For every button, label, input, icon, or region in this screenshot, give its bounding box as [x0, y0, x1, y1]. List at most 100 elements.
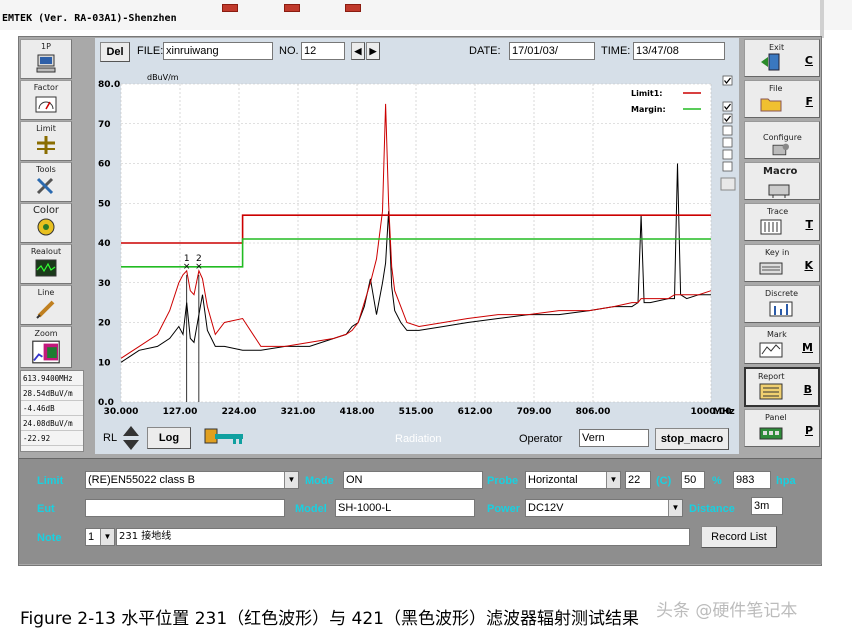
- mark-button[interactable]: Mark M: [744, 326, 820, 364]
- model-field[interactable]: SH-1000-L: [335, 499, 475, 517]
- exit-button[interactable]: Exit C: [744, 39, 820, 77]
- tool-label: File: [769, 84, 783, 93]
- temperature-unit: (C): [656, 475, 672, 487]
- tool-tools-button[interactable]: Tools: [20, 162, 72, 202]
- trace-checkbox[interactable]: [722, 149, 733, 160]
- configure-button[interactable]: Configure: [744, 121, 820, 159]
- watermark: 头条 @硬件笔记本: [656, 601, 798, 621]
- file-label: FILE:: [137, 45, 164, 57]
- y-tick-label: 50: [98, 199, 111, 209]
- tools-icon: [36, 177, 54, 195]
- note-field[interactable]: 231 接地线: [116, 528, 690, 546]
- tool-factor-button[interactable]: Factor: [20, 80, 72, 120]
- trace-toggle-button[interactable]: [720, 177, 736, 191]
- model-label: Model: [295, 503, 327, 515]
- previous-record-button[interactable]: ◀: [351, 42, 365, 60]
- trace-icon: [760, 219, 782, 235]
- pressure-field[interactable]: 983: [733, 471, 771, 489]
- test-info-panel: Limit (RE)EN55022 class B ▼ Mode ON Prob…: [19, 458, 822, 564]
- y-tick-label: 40: [98, 239, 111, 249]
- power-select[interactable]: DC12V ▼: [525, 499, 683, 517]
- x-tick-label: 418.00: [340, 407, 375, 417]
- readout-level: 28.54dBuV/m: [21, 386, 83, 401]
- temperature-field[interactable]: 22: [625, 471, 651, 489]
- readout-frequency: 613.9400MHz: [21, 371, 83, 386]
- tool-label: Panel: [765, 413, 787, 422]
- date-field[interactable]: 17/01/03/: [509, 42, 595, 60]
- scope-icon: [35, 259, 57, 277]
- eut-field[interactable]: [85, 499, 285, 517]
- trace-checkbox[interactable]: [722, 161, 733, 172]
- shortcut-key: B: [803, 383, 812, 396]
- file-name-field[interactable]: xinruiwang: [163, 42, 273, 60]
- reference-level-stepper[interactable]: [121, 424, 141, 452]
- readout-factor: -4.46dB: [21, 401, 83, 416]
- y-tick-label: 30: [98, 279, 111, 289]
- tool-limit-button[interactable]: Limit: [20, 121, 72, 161]
- tool-label: Limit: [36, 124, 56, 133]
- file-header-bar: Del FILE: xinruiwang NO. 12 ◀ ▶ DATE: 17…: [95, 38, 739, 66]
- key-in-button[interactable]: Key in K: [744, 244, 820, 282]
- discrete-icon: [769, 301, 793, 317]
- trace-checkbox[interactable]: [722, 125, 733, 136]
- file-button[interactable]: File F: [744, 80, 820, 118]
- marker-label: 1: [184, 254, 190, 264]
- record-number-field[interactable]: 12: [301, 42, 345, 60]
- tool-zoom-button[interactable]: Zoom: [20, 326, 72, 368]
- trace-checkbox[interactable]: [722, 75, 733, 86]
- mode-label: Mode: [305, 475, 334, 487]
- operator-field[interactable]: Vern: [579, 429, 649, 447]
- trace-button[interactable]: Trace T: [744, 203, 820, 241]
- shortcut-key: P: [804, 424, 813, 437]
- limit-value: (RE)EN55022 class B: [88, 474, 195, 486]
- record-list-button[interactable]: Record List: [701, 526, 777, 548]
- x-tick-label: 709.00: [517, 407, 552, 417]
- taskbar-icon: [284, 4, 300, 12]
- x-tick-label: 612.00: [458, 407, 493, 417]
- folder-icon: [760, 98, 782, 112]
- tool-line-button[interactable]: Line: [20, 285, 72, 325]
- tool-label: Configure: [763, 133, 802, 142]
- log-button[interactable]: Log: [147, 427, 191, 449]
- limit-select[interactable]: (RE)EN55022 class B ▼: [85, 471, 299, 489]
- trace-checkbox[interactable]: [722, 113, 733, 124]
- trace-checkbox[interactable]: [722, 137, 733, 148]
- date-label: DATE:: [469, 45, 501, 57]
- chart-bottom-toolbar: RL Log Radiation Operator Vern stop_macr…: [95, 422, 739, 454]
- taskbar-icon: [345, 4, 361, 12]
- palette-icon: [37, 218, 55, 236]
- key-button[interactable]: [203, 426, 247, 450]
- macro-button[interactable]: Macro: [744, 162, 820, 200]
- delete-button[interactable]: Del: [100, 42, 130, 62]
- tool-color-button[interactable]: Color: [20, 203, 72, 243]
- eut-label: Eut: [37, 503, 55, 515]
- distance-field[interactable]: 3m: [751, 497, 783, 515]
- shortcut-key: T: [805, 218, 813, 231]
- tool-label: Tools: [36, 165, 56, 174]
- note-index-select[interactable]: 1 ▼: [85, 528, 115, 546]
- marker-readout-panel: 613.9400MHz 28.54dBuV/m -4.46dB 24.08dBu…: [20, 370, 84, 452]
- time-field[interactable]: 13/47/08: [633, 42, 725, 60]
- limit-label: Limit: [37, 475, 64, 487]
- next-record-button[interactable]: ▶: [366, 42, 380, 60]
- shortcut-key: F: [805, 95, 813, 108]
- tool-label: 1P: [41, 42, 51, 51]
- report-button[interactable]: Report B: [744, 367, 820, 407]
- trace-checkbox[interactable]: [722, 101, 733, 112]
- panel-icon: [759, 427, 783, 440]
- humidity-field[interactable]: 50: [681, 471, 705, 489]
- y-tick-label: 60: [98, 160, 111, 170]
- mode-field[interactable]: ON: [343, 471, 483, 489]
- shortcut-key: M: [802, 341, 813, 354]
- legend-label-margin: Margin:: [631, 105, 666, 114]
- no-label: NO.: [279, 45, 299, 57]
- tool-realout-button[interactable]: Realout: [20, 244, 72, 284]
- stop-macro-button[interactable]: stop_macro: [655, 428, 729, 450]
- computer-icon: [36, 54, 56, 73]
- up-down-arrow-icon: [123, 426, 139, 450]
- panel-button[interactable]: Panel P: [744, 409, 820, 447]
- tool-1p-button[interactable]: 1P: [20, 39, 72, 79]
- probe-select[interactable]: Horizontal ▼: [525, 471, 621, 489]
- chevron-down-icon: ▼: [284, 472, 298, 488]
- discrete-button[interactable]: Discrete: [744, 285, 820, 323]
